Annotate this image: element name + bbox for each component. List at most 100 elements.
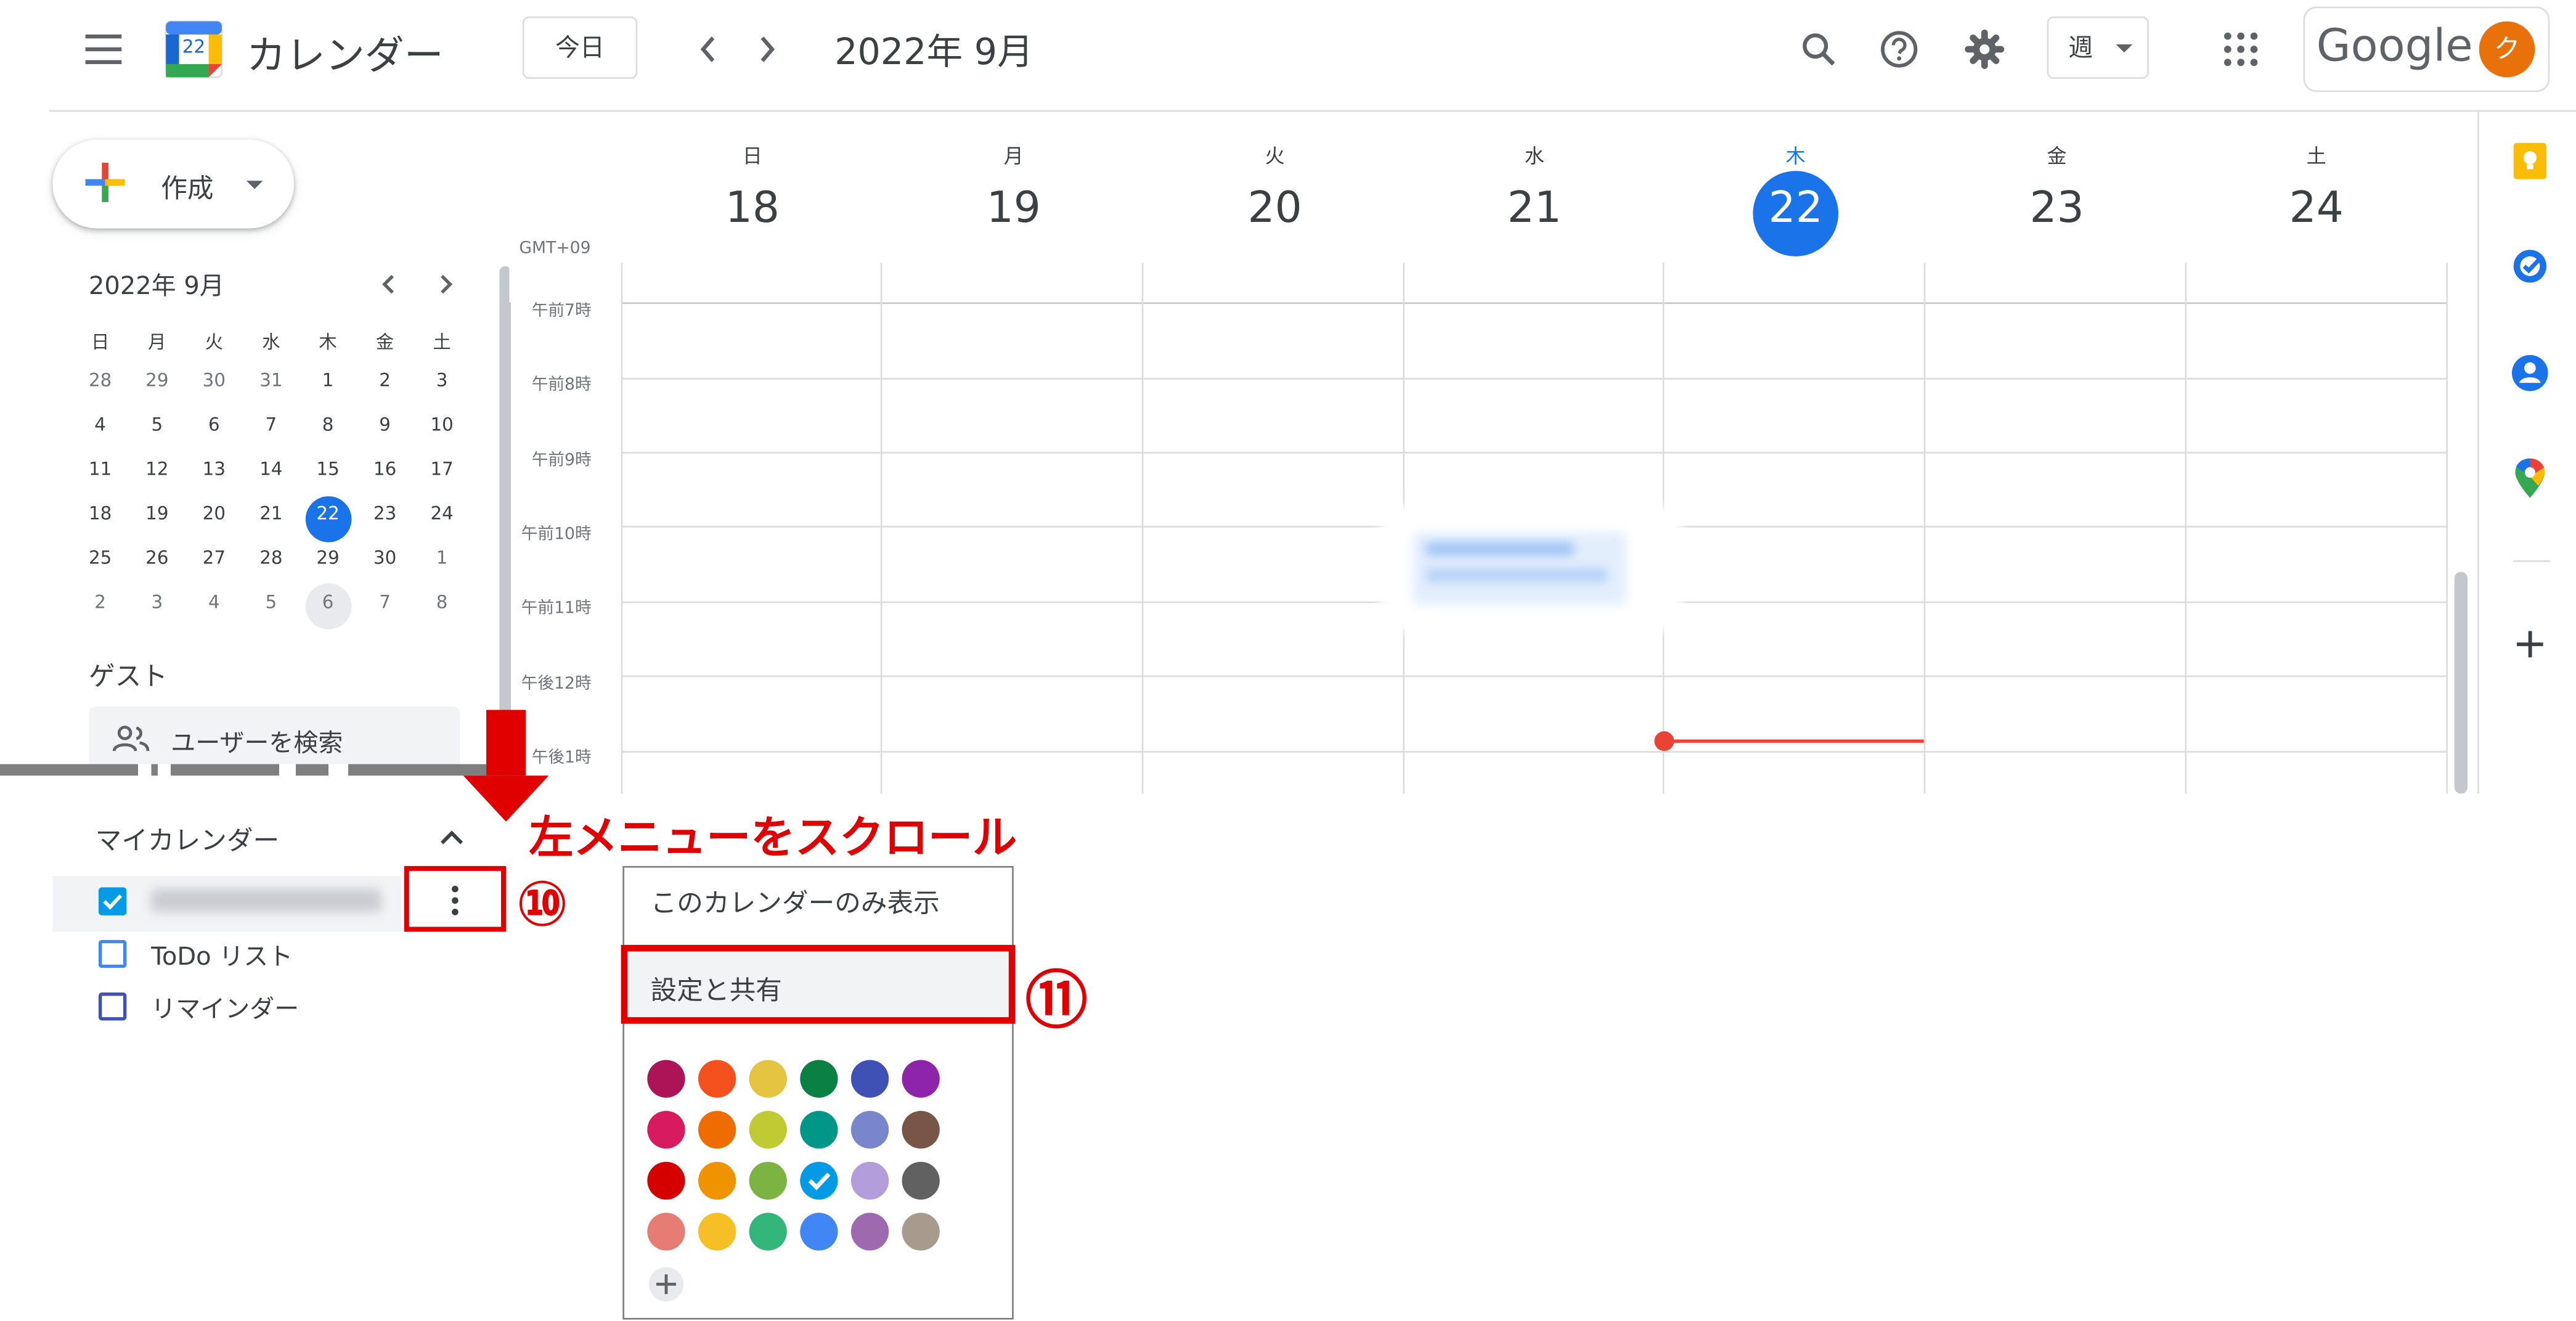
color-swatch[interactable]	[800, 1111, 838, 1149]
color-swatch[interactable]	[850, 1213, 889, 1251]
day-number[interactable]: 20	[1226, 184, 1324, 234]
avatar[interactable]: ク	[2479, 21, 2535, 78]
color-swatch[interactable]	[749, 1111, 787, 1149]
mini-day[interactable]: 23	[361, 493, 410, 536]
color-swatch[interactable]	[800, 1060, 838, 1098]
mini-day[interactable]: 6	[189, 404, 238, 447]
color-swatch[interactable]	[749, 1060, 787, 1098]
mini-day[interactable]: 21	[247, 493, 296, 536]
mini-day[interactable]: 18	[76, 493, 125, 536]
color-swatch[interactable]	[647, 1161, 685, 1200]
color-swatch[interactable]	[749, 1213, 787, 1251]
mini-day[interactable]: 17	[417, 449, 467, 491]
contacts-button[interactable]	[2510, 353, 2550, 393]
mini-prev-button[interactable]	[375, 269, 404, 299]
mini-day[interactable]: 30	[361, 538, 410, 580]
color-swatch[interactable]	[698, 1213, 736, 1251]
keep-button[interactable]	[2510, 141, 2550, 181]
mini-day[interactable]: 28	[76, 360, 125, 403]
next-week-button[interactable]	[749, 30, 786, 69]
mini-day[interactable]: 25	[76, 538, 125, 580]
mini-day[interactable]: 24	[417, 493, 467, 536]
mini-day[interactable]: 13	[189, 449, 238, 491]
calendar-options-button[interactable]	[404, 865, 507, 932]
help-button[interactable]	[1878, 28, 1920, 70]
view-selector[interactable]: 週	[2047, 16, 2149, 79]
color-swatch[interactable]	[698, 1111, 736, 1149]
mini-day[interactable]: 15	[303, 449, 353, 491]
mini-day[interactable]: 10	[417, 404, 467, 447]
color-swatch[interactable]	[850, 1060, 889, 1098]
calendar-checkbox[interactable]	[98, 992, 127, 1021]
color-swatch[interactable]	[902, 1060, 940, 1098]
mini-day[interactable]: 9	[361, 404, 410, 447]
mini-day[interactable]: 20	[189, 493, 238, 536]
mini-day[interactable]: 26	[132, 538, 182, 580]
mini-day[interactable]: 27	[189, 538, 238, 580]
display-only-this-item[interactable]: このカレンダーのみ表示	[651, 881, 940, 920]
day-number[interactable]: 24	[2267, 184, 2366, 234]
settings-button[interactable]	[1963, 28, 2006, 70]
maps-button[interactable]	[2510, 457, 2550, 499]
color-swatch[interactable]	[902, 1161, 940, 1200]
time-grid[interactable]	[621, 263, 2448, 794]
color-swatch[interactable]	[698, 1060, 736, 1098]
custom-color-button[interactable]	[648, 1267, 683, 1302]
day-number[interactable]: 18	[703, 184, 802, 234]
mini-day[interactable]: 11	[76, 449, 125, 491]
main-menu-button[interactable]	[79, 30, 128, 69]
color-swatch[interactable]	[800, 1213, 838, 1251]
mini-day[interactable]: 2	[361, 360, 410, 403]
day-number[interactable]: 19	[964, 184, 1063, 234]
mini-day[interactable]: 31	[247, 360, 296, 403]
prev-week-button[interactable]	[690, 30, 727, 69]
search-button[interactable]	[1797, 28, 1840, 70]
mini-day[interactable]: 1	[303, 360, 353, 403]
apps-button[interactable]	[2221, 30, 2260, 69]
color-swatch[interactable]	[647, 1060, 685, 1098]
mini-day[interactable]: 29	[303, 538, 353, 580]
color-swatch[interactable]	[647, 1111, 685, 1149]
mini-day[interactable]: 14	[247, 449, 296, 491]
mini-day[interactable]: 4	[189, 582, 238, 624]
main-scrollbar[interactable]	[2454, 571, 2468, 794]
mini-day[interactable]: 2	[76, 582, 125, 624]
day-number[interactable]: 21	[1485, 184, 1584, 234]
mini-day[interactable]: 12	[132, 449, 182, 491]
my-calendars-title[interactable]: マイカレンダー	[96, 819, 280, 858]
calendar-checkbox[interactable]	[98, 887, 127, 915]
mini-day[interactable]: 7	[361, 582, 410, 624]
calendar-checkbox[interactable]	[98, 939, 127, 968]
color-swatch-selected[interactable]	[800, 1161, 838, 1200]
mini-day[interactable]: 30	[189, 360, 238, 403]
chevron-up-icon[interactable]	[437, 825, 467, 848]
color-swatch[interactable]	[698, 1161, 736, 1200]
mini-day[interactable]: 8	[417, 582, 467, 624]
color-swatch[interactable]	[902, 1213, 940, 1251]
mini-day[interactable]: 8	[303, 404, 353, 447]
day-number[interactable]: 23	[2008, 184, 2106, 234]
mini-day[interactable]: 28	[247, 538, 296, 580]
color-swatch[interactable]	[902, 1111, 940, 1149]
mini-day[interactable]: 16	[361, 449, 410, 491]
mini-day[interactable]: 3	[132, 582, 182, 624]
mini-day[interactable]: 5	[247, 582, 296, 624]
mini-day-selected[interactable]: 22	[303, 493, 353, 536]
calendar-event[interactable]	[1380, 506, 1682, 631]
mini-day[interactable]: 4	[76, 404, 125, 447]
color-swatch[interactable]	[850, 1161, 889, 1200]
mini-day[interactable]: 7	[247, 404, 296, 447]
mini-day[interactable]: 29	[132, 360, 182, 403]
mini-day[interactable]: 3	[417, 360, 467, 403]
add-addon-button[interactable]	[2514, 628, 2546, 660]
color-swatch[interactable]	[749, 1161, 787, 1200]
mini-next-button[interactable]	[430, 269, 460, 299]
settings-share-item[interactable]: 設定と共有	[621, 944, 1016, 1024]
tasks-button[interactable]	[2510, 247, 2550, 286]
day-number-today[interactable]: 22	[1747, 184, 1845, 234]
today-button[interactable]: 今日	[522, 16, 638, 79]
mini-day[interactable]: 19	[132, 493, 182, 536]
color-swatch[interactable]	[647, 1213, 685, 1251]
color-swatch[interactable]	[850, 1111, 889, 1149]
mini-day[interactable]: 1	[417, 538, 467, 580]
